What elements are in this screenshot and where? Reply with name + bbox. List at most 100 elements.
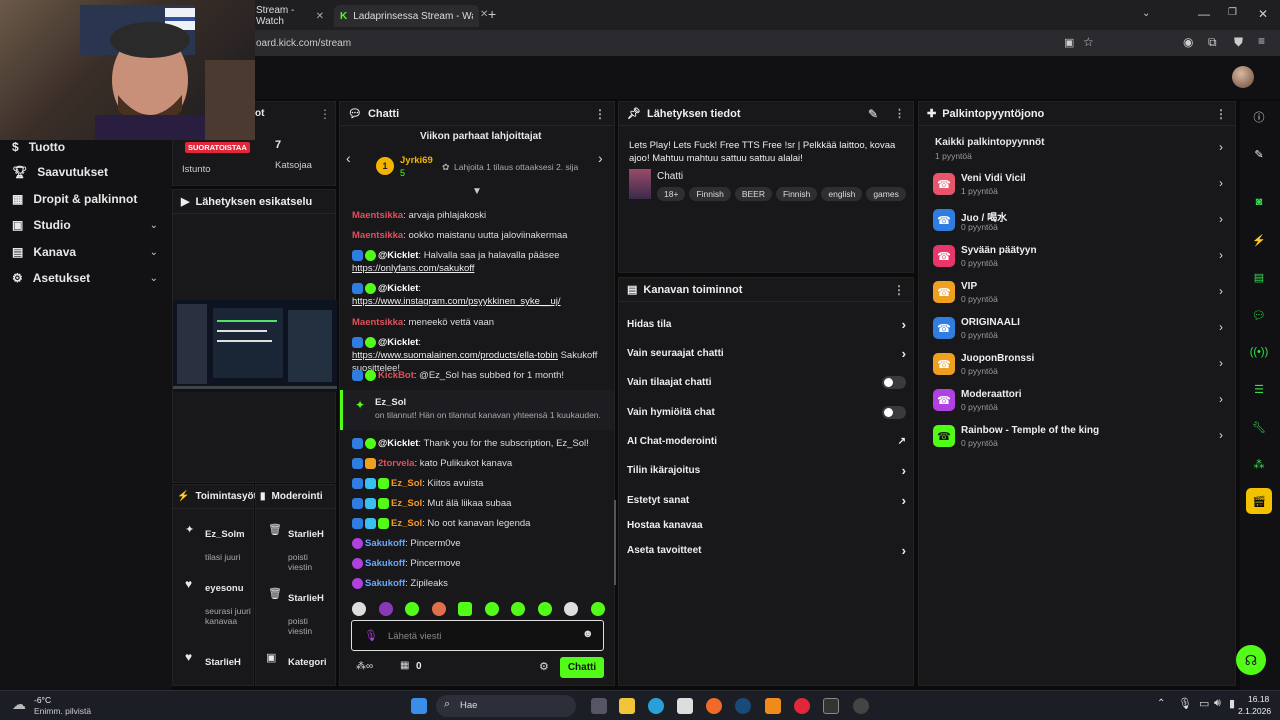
chat-username[interactable]: @Kicklet (378, 438, 418, 449)
tag[interactable]: Finnish (689, 187, 731, 201)
wrench-icon[interactable]: 🔧︎ (1246, 414, 1272, 440)
chat-scrollbar[interactable] (614, 500, 616, 585)
clapper-icon[interactable]: 🎬︎ (1246, 488, 1272, 514)
stream-preview-thumbnail[interactable] (173, 300, 337, 392)
steam-icon[interactable] (735, 698, 751, 714)
emote-icon[interactable] (484, 602, 499, 616)
reward-row[interactable]: ☎ Syvään päätyyn 0 pyyntöä › (933, 243, 1223, 279)
windows-start-icon[interactable] (411, 698, 427, 714)
nav-item-revenue[interactable]: $ Tuotto (12, 140, 65, 154)
tag[interactable]: games (866, 187, 906, 201)
chevron-down-icon[interactable]: ⌄ (150, 273, 158, 284)
share-icon[interactable]: ⁂ (1246, 451, 1272, 477)
action-ai-moderation[interactable]: AI Chat-moderointi ↗ (619, 427, 914, 456)
all-rewards-row[interactable]: Kaikki palkintopyynnöt 1 pyyntöä › (933, 135, 1223, 171)
mod-user[interactable]: StarlieH (288, 529, 324, 540)
emoji-icon[interactable]: ☻ (582, 628, 594, 640)
chat-username[interactable]: Ez_Sol (391, 518, 422, 529)
chat-username[interactable]: Maentsikka (352, 317, 403, 328)
microphone-icon[interactable]: 🎙︎ (1178, 697, 1192, 710)
emote-icon[interactable] (405, 602, 420, 616)
nav-item-settings[interactable]: ⚙ Asetukset (12, 271, 162, 285)
bolt-icon[interactable]: ⚡ (1246, 227, 1272, 253)
activity-user[interactable]: StarlieH (205, 657, 241, 668)
clipboard-icon[interactable]: ▤ (1246, 264, 1272, 290)
emote-icon[interactable] (378, 602, 393, 616)
action-set-goals[interactable]: Aseta tavoitteet › (619, 536, 914, 565)
chevron-down-icon[interactable]: ⌄ (150, 220, 158, 231)
nav-item-studio[interactable]: ▣ Studio (12, 218, 162, 232)
activity-user[interactable]: Ez_Solm (205, 529, 245, 540)
chevron-down-icon[interactable]: ⌄ (150, 247, 158, 258)
tag[interactable]: english (821, 187, 863, 201)
reward-row[interactable]: ☎ Rainbow - Temple of the king 0 pyyntöä › (933, 423, 1223, 459)
kebab-menu-icon[interactable]: ⋮ (319, 107, 331, 121)
chat-link[interactable]: https://onlyfans.com/sakukoff (352, 263, 474, 274)
emotes-only-toggle[interactable] (882, 406, 906, 419)
weather-temp[interactable]: -6°C (34, 695, 51, 705)
close-icon[interactable]: ✕ (316, 11, 324, 22)
clock-date[interactable]: 2.1.2026 (1238, 706, 1271, 716)
tab-list-icon[interactable]: ⌄ (1142, 8, 1150, 19)
category-thumbnail[interactable] (629, 169, 651, 199)
chevron-left-icon[interactable]: ‹ (346, 150, 351, 166)
sub-username[interactable]: Ez_Sol (375, 397, 406, 408)
kebab-menu-icon[interactable]: ⋮ (594, 107, 606, 121)
opera-icon[interactable] (794, 698, 810, 714)
chat-input-box[interactable]: 🎙︎ Lähetä viesti ☻ (351, 620, 604, 651)
mod-user[interactable]: Kategori (288, 657, 327, 668)
reward-row[interactable]: ☎ ORIGINAALI 0 pyyntöä › (933, 315, 1223, 351)
account-icon[interactable]: ◉ (1183, 35, 1193, 49)
chat-username[interactable]: @Kicklet (378, 283, 418, 294)
edge-icon[interactable] (648, 698, 664, 714)
emote-icon[interactable] (564, 602, 579, 616)
emote-icon[interactable] (537, 602, 552, 616)
activity-user[interactable]: eyesonu (205, 583, 244, 594)
reward-row[interactable]: ☎ Moderaattori 0 pyyntöä › (933, 387, 1223, 423)
taskbar-search[interactable]: ⌕ Hae (436, 695, 576, 717)
tray-chevron-icon[interactable]: ⌃ (1157, 698, 1165, 709)
kebab-menu-icon[interactable]: ⋮ (894, 107, 905, 120)
chat-username[interactable]: 2torvela (378, 458, 414, 469)
chat-bubble-icon[interactable]: 💬︎ (1246, 302, 1272, 328)
volume-icon[interactable]: 🔊︎ (1214, 697, 1221, 710)
reward-row[interactable]: ☎ JuoponBronssi 0 pyyntöä › (933, 351, 1223, 387)
reward-row[interactable]: ☎ VIP 0 pyyntöä › (933, 279, 1223, 315)
store-icon[interactable] (677, 698, 693, 714)
emote-icon[interactable] (352, 602, 366, 616)
weather-text[interactable]: Enimm. pilvistä (34, 706, 91, 716)
menu-icon[interactable]: ≡ (1258, 34, 1265, 48)
reward-row[interactable]: ☎ Juo / 喝水 0 pyyntöä › (933, 207, 1223, 243)
reward-row[interactable]: ☎ Veni Vidi Vicil 1 pyyntöä › (933, 171, 1223, 207)
mod-user[interactable]: StarlieH (288, 593, 324, 604)
terminal-icon[interactable] (823, 698, 839, 714)
tag[interactable]: BEER (734, 187, 772, 201)
nav-item-achievements[interactable]: 🏆︎ Saavutukset (12, 165, 108, 179)
firefox-icon[interactable] (706, 698, 722, 714)
obs-icon[interactable] (853, 698, 869, 714)
kebab-menu-icon[interactable]: ⋮ (893, 283, 905, 297)
chat-username[interactable]: Maentsikka (352, 210, 403, 221)
emote-icon[interactable] (458, 602, 473, 616)
file-explorer-icon[interactable] (619, 698, 635, 714)
maximize-icon[interactable]: ❐ (1228, 7, 1237, 18)
support-headset-icon[interactable]: ☊ (1236, 645, 1266, 675)
minimize-icon[interactable]: — (1198, 7, 1210, 21)
bookmark-star-icon[interactable]: ☆ (1083, 35, 1094, 49)
chat-username[interactable]: @Kicklet (378, 337, 418, 348)
edit-icon[interactable]: ✎ (1246, 141, 1272, 167)
chat-username[interactable]: Ez_Sol (391, 498, 422, 509)
tag[interactable]: 18+ (657, 187, 686, 201)
emote-icon[interactable] (431, 602, 446, 616)
list-icon[interactable]: ☰ (1246, 376, 1272, 402)
chat-link[interactable]: https://www.suomalainen.com/products/ell… (352, 350, 558, 361)
nav-item-channel[interactable]: ▤ Kanava (12, 245, 162, 259)
action-age-restriction[interactable]: Tilin ikärajoitus › (619, 456, 914, 485)
store-icon[interactable]: ▦ (400, 660, 409, 671)
points-icon[interactable]: ⁂∞ (356, 661, 373, 672)
category-name[interactable]: Chatti (657, 171, 683, 182)
vlc-icon[interactable] (765, 698, 781, 714)
reader-icon[interactable]: ▣ (1064, 36, 1074, 49)
tag[interactable]: Finnish (775, 187, 818, 201)
camera-icon[interactable]: ◙ (1246, 189, 1272, 215)
